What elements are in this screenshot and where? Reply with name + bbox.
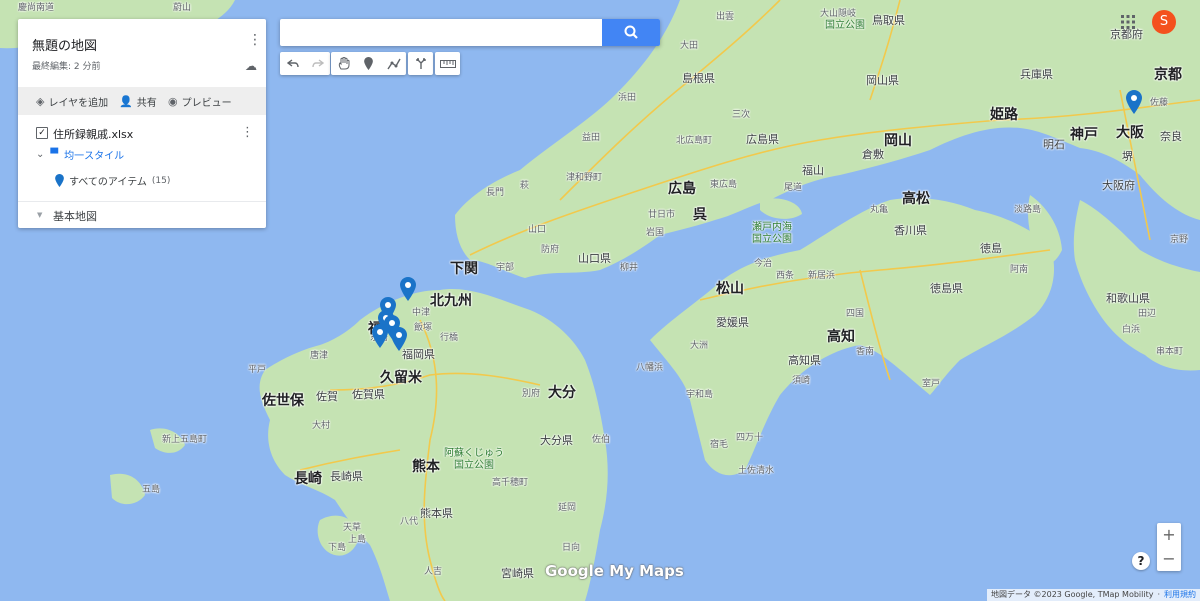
search-button[interactable] <box>602 19 660 46</box>
map-title[interactable]: 無題の地図 <box>32 35 97 54</box>
help-button[interactable]: ? <box>1132 552 1150 570</box>
directions-icon[interactable] <box>408 52 433 75</box>
marker-icon[interactable] <box>356 52 381 75</box>
search-icon <box>624 25 638 39</box>
google-my-maps-logo: Google My Maps <box>545 562 684 580</box>
panel-actions: ◈ レイヤを追加 👤 共有 ◉ プレビュー <box>18 87 266 115</box>
all-items-label: すべてのアイテム <box>69 177 147 188</box>
marker-icon <box>55 174 64 187</box>
hand-icon[interactable] <box>331 52 356 75</box>
map-pin-icon[interactable] <box>1126 90 1142 114</box>
search-input[interactable] <box>280 19 595 46</box>
add-layer-button[interactable]: ◈ レイヤを追加 <box>36 94 108 109</box>
all-items-count: (15) <box>151 175 171 186</box>
terms-link[interactable]: 利用規約 <box>1164 589 1196 601</box>
attribution-separator: · <box>1157 590 1160 599</box>
add-person-icon: 👤 <box>119 95 133 108</box>
history-toolbar <box>280 52 330 75</box>
zoom-in-button[interactable]: + <box>1157 523 1181 547</box>
map-pin-icon[interactable] <box>400 277 416 301</box>
undo-icon[interactable] <box>280 52 305 75</box>
apps-grid-icon[interactable] <box>1120 14 1136 30</box>
attribution-bar: 地図データ ©2023 Google, TMap Mobility · 利用規約 <box>986 589 1200 601</box>
layer-name[interactable]: 住所録親戚.xlsx <box>53 126 133 142</box>
basemap-row[interactable]: ▼ 基本地図 <box>18 201 266 229</box>
layers-icon: ◈ <box>36 95 45 108</box>
layer-style-link[interactable]: ⌄ ▀ 均一スタイル <box>36 147 124 162</box>
zoom-controls: + − <box>1157 523 1181 571</box>
preview-button[interactable]: ◉ プレビュー <box>168 94 232 109</box>
map-pin-icon[interactable] <box>384 315 400 339</box>
eye-icon: ◉ <box>168 95 178 108</box>
map-options-icon[interactable]: ⋮ <box>248 32 262 48</box>
basemap-label: 基本地図 <box>53 210 97 223</box>
paint-roller-icon: ▀ <box>50 149 59 160</box>
layer-checkbox[interactable]: ✓ <box>36 127 48 139</box>
map-panel: 無題の地図 最終編集: 2 分前 ⋮ ☁ ◈ レイヤを追加 👤 共有 ◉ プレビ… <box>18 19 266 228</box>
draw-toolbar <box>331 52 406 75</box>
line-icon[interactable] <box>381 52 406 75</box>
zoom-out-button[interactable]: − <box>1157 547 1181 571</box>
share-button[interactable]: 👤 共有 <box>119 94 157 109</box>
directions-toolbar <box>408 52 433 75</box>
style-label: 均一スタイル <box>64 151 125 162</box>
search-box <box>280 19 660 46</box>
redo-icon[interactable] <box>305 52 330 75</box>
expand-icon[interactable]: ▼ <box>37 211 42 219</box>
preview-label: プレビュー <box>181 98 232 109</box>
layer-options-icon[interactable]: ⋮ <box>241 125 254 140</box>
ruler-icon[interactable] <box>435 52 460 75</box>
last-edited-text: 最終編集: 2 分前 <box>32 62 101 72</box>
chevron-down-icon[interactable]: ⌄ <box>36 149 44 160</box>
all-items-row[interactable]: すべてのアイテム (15) <box>55 173 170 188</box>
cloud-saved-icon: ☁ <box>245 59 257 73</box>
measure-toolbar <box>435 52 460 75</box>
add-layer-label: レイヤを追加 <box>48 98 109 109</box>
share-label: 共有 <box>136 98 157 109</box>
account-avatar[interactable]: S <box>1152 10 1176 34</box>
map-data-attribution: 地図データ ©2023 Google, TMap Mobility <box>990 590 1154 599</box>
